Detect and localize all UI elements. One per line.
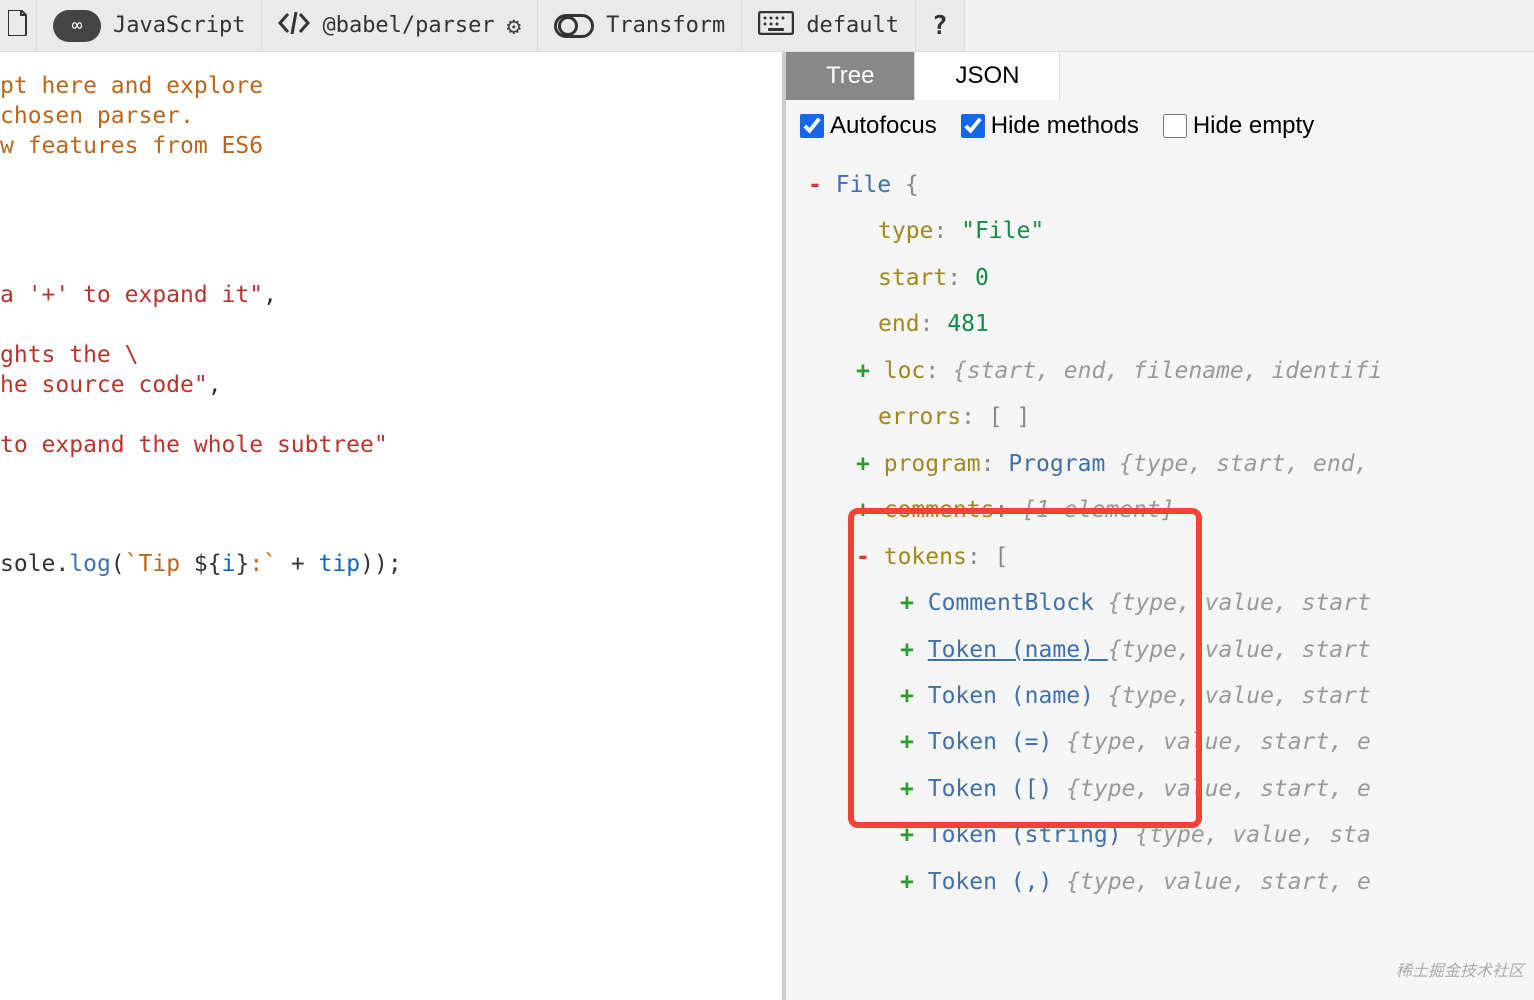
- code-line: [0, 251, 782, 281]
- tree-prop-program[interactable]: + program: Program {type, start, end,: [794, 441, 1526, 487]
- tree-token[interactable]: + Token (name) {type, value, start: [794, 673, 1526, 719]
- tree-prop-start[interactable]: start: 0: [794, 255, 1526, 301]
- expand-icon[interactable]: +: [900, 776, 914, 802]
- tree-prop-end[interactable]: end: 481: [794, 301, 1526, 347]
- token-name: CommentBlock: [928, 590, 1094, 616]
- token-summary: {type, value, start: [1108, 683, 1371, 709]
- autofocus-checkbox[interactable]: [800, 114, 824, 138]
- token-name: Token ([): [928, 776, 1053, 802]
- code-line: w features from ES6: [0, 132, 782, 162]
- code-editor[interactable]: pt here and explorechosen parser.w featu…: [0, 52, 786, 1000]
- transform-label: Transform: [606, 13, 725, 38]
- toolbar: ∞ JavaScript @babel/parser ⚙ Transform d…: [0, 0, 1534, 52]
- code-line: to expand the whole subtree": [0, 431, 782, 461]
- tree-token[interactable]: + Token (=) {type, value, start, e: [794, 719, 1526, 765]
- code-line: [0, 461, 782, 491]
- cloud-icon: ∞: [53, 10, 101, 42]
- expand-icon[interactable]: +: [900, 637, 914, 663]
- code-line: [0, 192, 782, 222]
- document-icon: [8, 10, 28, 42]
- code-line: a '+' to expand it",: [0, 281, 782, 311]
- token-summary: {type, value, sta: [1135, 822, 1370, 848]
- token-summary: {type, value, start, e: [1066, 729, 1371, 755]
- keymap-label: default: [806, 13, 899, 38]
- expand-icon[interactable]: +: [900, 869, 914, 895]
- expand-icon[interactable]: +: [856, 358, 870, 384]
- hide-methods-label: Hide methods: [991, 112, 1139, 140]
- tree-prop-type[interactable]: type: "File": [794, 208, 1526, 254]
- expand-icon[interactable]: +: [900, 683, 914, 709]
- tree-token[interactable]: + Token (string) {type, value, sta: [794, 812, 1526, 858]
- code-icon: [278, 12, 310, 40]
- token-name: Token (string): [928, 822, 1122, 848]
- tree-node-file[interactable]: - File {: [794, 162, 1526, 208]
- ast-panel: Tree JSON Autofocus Hide methods Hide em…: [786, 52, 1534, 1000]
- parser-selector[interactable]: @babel/parser ⚙: [262, 0, 538, 51]
- autofocus-label: Autofocus: [830, 112, 937, 140]
- tree-options: Autofocus Hide methods Hide empty: [786, 100, 1534, 152]
- code-line: [0, 490, 782, 520]
- tree-prop-tokens[interactable]: - tokens: [: [794, 534, 1526, 580]
- option-hide-methods[interactable]: Hide methods: [961, 112, 1139, 140]
- tree-token[interactable]: + Token (,) {type, value, start, e: [794, 859, 1526, 905]
- transform-selector[interactable]: Transform: [538, 0, 742, 51]
- main-content: pt here and explorechosen parser.w featu…: [0, 52, 1534, 1000]
- token-name: Token (name): [928, 683, 1094, 709]
- hide-empty-checkbox[interactable]: [1163, 114, 1187, 138]
- node-type: File: [836, 172, 891, 198]
- collapse-icon[interactable]: -: [808, 172, 822, 198]
- tree-token[interactable]: + Token ([) {type, value, start, e: [794, 766, 1526, 812]
- expand-icon[interactable]: +: [856, 451, 870, 477]
- code-line: chosen parser.: [0, 102, 782, 132]
- option-autofocus[interactable]: Autofocus: [800, 112, 937, 140]
- tab-tree[interactable]: Tree: [786, 52, 915, 100]
- language-selector[interactable]: ∞ JavaScript: [37, 0, 262, 51]
- code-line: ghts the \: [0, 341, 782, 371]
- help-icon: ?: [932, 11, 948, 41]
- snippet-button[interactable]: [0, 0, 37, 51]
- code-line: pt here and explore: [0, 72, 782, 102]
- tree-prop-errors[interactable]: errors: [ ]: [794, 394, 1526, 440]
- token-summary: {type, value, start, e: [1066, 776, 1371, 802]
- parser-label: @babel/parser: [322, 13, 494, 38]
- tree-token[interactable]: + CommentBlock {type, value, start: [794, 580, 1526, 626]
- gear-icon[interactable]: ⚙: [507, 12, 521, 40]
- language-label: JavaScript: [113, 13, 245, 38]
- hide-methods-checkbox[interactable]: [961, 114, 985, 138]
- tree-prop-comments[interactable]: + comments: [1 element]: [794, 487, 1526, 533]
- token-summary: {type, value, start: [1108, 637, 1371, 663]
- expand-icon[interactable]: +: [900, 822, 914, 848]
- watermark: 稀土掘金技术社区: [1396, 956, 1524, 988]
- ast-tree: - File { type: "File" start: 0 end: 481 …: [786, 152, 1534, 1000]
- keymap-selector[interactable]: default: [742, 0, 916, 51]
- tree-prop-loc[interactable]: + loc: {start, end, filename, identifi: [794, 348, 1526, 394]
- expand-icon[interactable]: +: [856, 497, 870, 523]
- code-line: sole.log(`Tip ${i}:` + tip));: [0, 550, 782, 580]
- code-line: [0, 311, 782, 341]
- code-line: he source code",: [0, 371, 782, 401]
- option-hide-empty[interactable]: Hide empty: [1163, 112, 1314, 140]
- token-name: Token (,): [928, 869, 1053, 895]
- token-name: Token (=): [928, 729, 1053, 755]
- code-line: [0, 520, 782, 550]
- view-tabs: Tree JSON: [786, 52, 1534, 100]
- code-line: [0, 221, 782, 251]
- token-name: Token (name): [928, 637, 1108, 663]
- expand-icon[interactable]: +: [900, 729, 914, 755]
- collapse-icon[interactable]: -: [856, 544, 870, 570]
- token-summary: {type, value, start: [1108, 590, 1371, 616]
- help-button[interactable]: ?: [916, 0, 965, 51]
- code-line: [0, 162, 782, 192]
- keyboard-icon: [758, 11, 794, 41]
- toggle-icon: [554, 14, 594, 38]
- hide-empty-label: Hide empty: [1193, 112, 1314, 140]
- code-line: [0, 401, 782, 431]
- expand-icon[interactable]: +: [900, 590, 914, 616]
- token-summary: {type, value, start, e: [1066, 869, 1371, 895]
- tree-token[interactable]: + Token (name) {type, value, start: [794, 627, 1526, 673]
- tab-json[interactable]: JSON: [915, 52, 1060, 100]
